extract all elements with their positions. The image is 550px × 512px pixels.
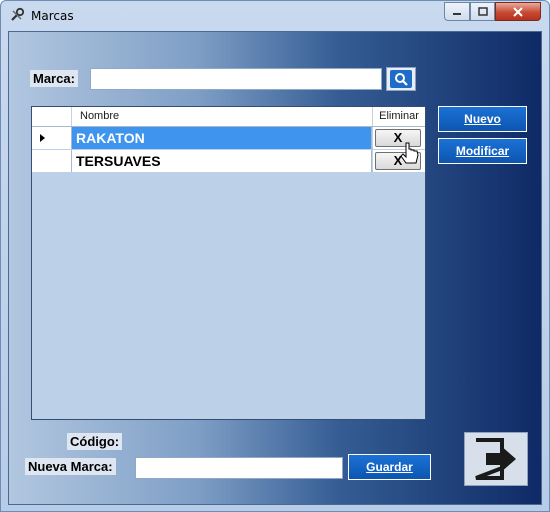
title-bar: Marcas: [1, 1, 549, 31]
cell-nombre[interactable]: RAKATON: [72, 127, 372, 149]
marca-label: Marca:: [30, 70, 78, 87]
minimize-button[interactable]: [444, 2, 470, 21]
table-row[interactable]: TERSUAVES X: [32, 150, 425, 172]
grid-header: Nombre Eliminar: [32, 107, 425, 127]
window-title: Marcas: [31, 9, 74, 23]
minimize-icon: [453, 12, 461, 15]
nuevo-button[interactable]: Nuevo: [438, 106, 527, 132]
maximize-button[interactable]: [470, 2, 495, 21]
marcas-grid[interactable]: Nombre Eliminar RAKATON X TERSUAVES X: [31, 106, 426, 420]
maximize-icon: [477, 7, 488, 16]
cell-nombre[interactable]: TERSUAVES: [72, 150, 372, 172]
exit-button[interactable]: [464, 432, 528, 486]
row-header[interactable]: [32, 150, 72, 172]
modificar-button[interactable]: Modificar: [438, 138, 527, 164]
column-header-eliminar[interactable]: Eliminar: [373, 107, 425, 126]
table-row[interactable]: RAKATON X: [32, 127, 425, 149]
header-corner: [32, 107, 72, 126]
current-row-arrow-icon: [40, 134, 45, 142]
marca-search-input[interactable]: [90, 68, 382, 90]
search-button[interactable]: [386, 67, 416, 91]
column-header-nombre[interactable]: Nombre: [72, 107, 373, 126]
search-icon: [395, 73, 408, 86]
codigo-label: Código:: [67, 433, 123, 450]
close-button[interactable]: [495, 2, 541, 21]
exit-arrow-icon: [475, 438, 516, 480]
wrench-screwdriver-icon: [9, 7, 25, 23]
client-area: Marca: Nombre Eliminar RAKATON X TERSUAV…: [8, 31, 542, 505]
mouse-cursor-icon: [400, 142, 419, 164]
marcas-window: Marcas Marca: Nombre Eliminar RAKATON X …: [0, 0, 550, 512]
guardar-button[interactable]: Guardar: [348, 454, 431, 480]
nueva-marca-input[interactable]: [135, 457, 343, 479]
row-header[interactable]: [32, 127, 72, 149]
close-icon: [513, 6, 523, 17]
nueva-marca-label: Nueva Marca:: [25, 458, 116, 475]
